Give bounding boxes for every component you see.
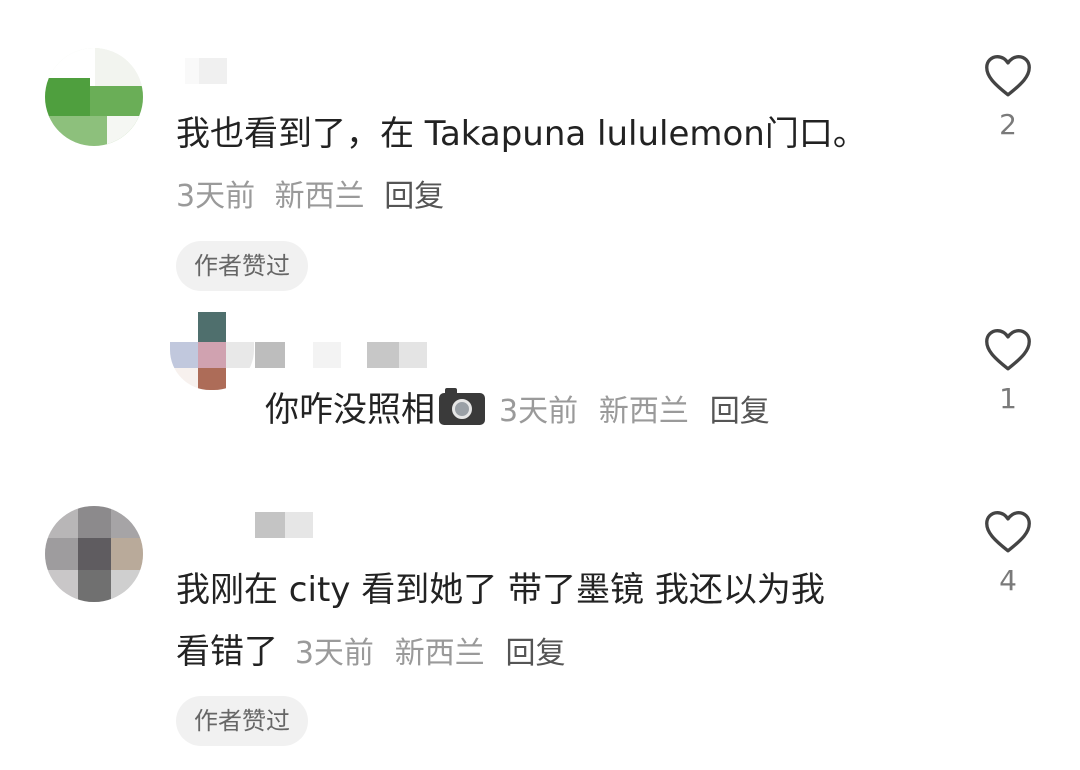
heart-icon[interactable]: [983, 326, 1033, 372]
author-liked-badge: 作者赞过: [176, 241, 308, 291]
avatar[interactable]: [45, 506, 143, 602]
reply-text: 你咋没照相 3天前 新西兰 回复: [265, 388, 770, 430]
like-group: 2: [968, 52, 1048, 142]
username-blurred[interactable]: [185, 58, 235, 84]
heart-icon[interactable]: [983, 52, 1033, 98]
comment-text-line2: 看错了 3天前 新西兰 回复: [176, 632, 566, 672]
comment-location: 新西兰: [274, 179, 365, 214]
heart-icon[interactable]: [983, 508, 1033, 554]
camera-icon: [439, 388, 485, 425]
author-liked-badge: 作者赞过: [176, 696, 308, 746]
comment-time: 3天前: [294, 636, 374, 671]
username-blurred[interactable]: [255, 512, 315, 538]
avatar[interactable]: [170, 312, 254, 390]
comment-time: 3天前: [499, 394, 579, 429]
like-count: 4: [999, 564, 1017, 597]
comment-time: 3天前: [176, 179, 256, 214]
like-count: 1: [999, 382, 1017, 415]
like-count: 2: [999, 108, 1017, 141]
avatar[interactable]: [45, 48, 143, 146]
username-blurred[interactable]: [255, 342, 430, 368]
comment-text: 我也看到了，在 Takapuna lululemon门口。: [176, 114, 867, 154]
reply-button[interactable]: 回复: [710, 394, 770, 429]
comment-meta: 3天前 新西兰 回复: [176, 175, 444, 219]
like-group: 4: [968, 508, 1048, 598]
comment-location: 新西兰: [394, 636, 485, 671]
like-group: 1: [968, 326, 1048, 416]
comment-text: 我刚在 city 看到她了 带了墨镜 我还以为我: [176, 570, 825, 610]
reply-button[interactable]: 回复: [384, 179, 444, 214]
reply-button[interactable]: 回复: [506, 636, 566, 671]
comment-location: 新西兰: [598, 394, 689, 429]
